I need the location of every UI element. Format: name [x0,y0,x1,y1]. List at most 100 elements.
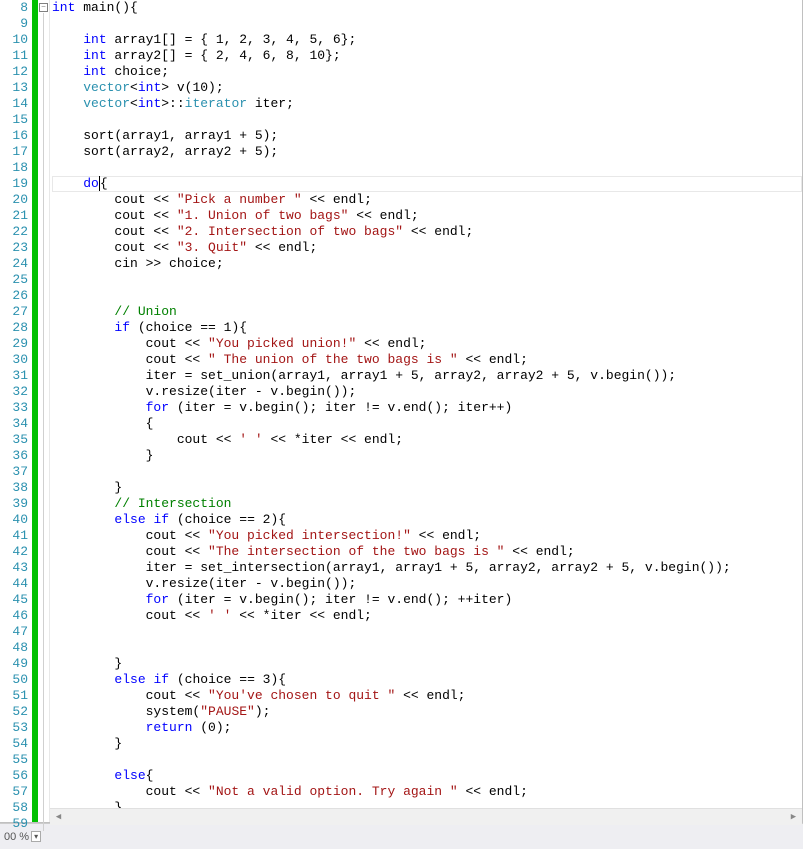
scroll-left-arrow-icon[interactable]: ◀ [50,810,67,825]
line-number: 42 [0,544,28,560]
code-token: << endl; [411,528,481,543]
code-line[interactable] [52,112,802,128]
code-line[interactable]: // Union [52,304,802,320]
code-line[interactable]: cout << "You picked intersection!" << en… [52,528,802,544]
code-token: "2. Intersection of two bags" [177,224,403,239]
code-token: "Not a valid option. Try again " [208,784,458,799]
line-number: 48 [0,640,28,656]
code-text-area[interactable]: int main(){ int array1[] = { 1, 2, 3, 4,… [50,0,802,822]
code-line[interactable] [52,464,802,480]
code-line[interactable] [52,272,802,288]
code-token: } [52,480,122,495]
line-number: 45 [0,592,28,608]
code-line[interactable]: // Intersection [52,496,802,512]
code-token: "3. Quit" [177,240,247,255]
code-line[interactable]: else{ [52,768,802,784]
code-line[interactable]: int main(){ [52,0,802,16]
code-token [52,176,83,191]
code-line[interactable] [52,624,802,640]
line-number: 53 [0,720,28,736]
code-line[interactable]: cout << " The union of the two bags is "… [52,352,802,368]
code-line[interactable]: iter = set_union(array1, array1 + 5, arr… [52,368,802,384]
code-line[interactable]: int array2[] = { 2, 4, 6, 8, 10}; [52,48,802,64]
code-line[interactable]: vector<int>::iterator iter; [52,96,802,112]
code-line[interactable]: for (iter = v.begin(); iter != v.end(); … [52,400,802,416]
outlining-margin[interactable]: − [38,0,50,822]
code-token [52,512,114,527]
line-number: 36 [0,448,28,464]
code-token: "You picked union!" [208,336,356,351]
code-token: << endl; [348,208,418,223]
code-editor[interactable]: 8910111213141516171819202122232425262728… [0,0,803,823]
horizontal-scrollbar[interactable]: ◀ ▶ [50,808,802,825]
line-number: 44 [0,576,28,592]
code-line[interactable]: } [52,736,802,752]
code-line[interactable]: do{ [52,176,802,192]
code-line[interactable]: iter = set_intersection(array1, array1 +… [52,560,802,576]
code-line[interactable] [52,640,802,656]
line-number: 54 [0,736,28,752]
line-number: 27 [0,304,28,320]
code-line[interactable]: vector<int> v(10); [52,80,802,96]
code-line[interactable]: cin >> choice; [52,256,802,272]
code-token: vector [83,80,130,95]
code-token: "You've chosen to quit " [208,688,395,703]
code-line[interactable]: return (0); [52,720,802,736]
code-token: { [146,768,154,783]
fold-toggle-icon[interactable]: − [39,3,48,12]
code-line[interactable]: cout << ' ' << *iter << endl; [52,608,802,624]
code-line[interactable] [52,16,802,32]
code-line[interactable]: else if (choice == 2){ [52,512,802,528]
line-number: 52 [0,704,28,720]
code-line[interactable]: } [52,480,802,496]
chevron-down-icon[interactable]: ▾ [31,831,41,842]
code-line[interactable]: cout << "The intersection of the two bag… [52,544,802,560]
code-line[interactable]: cout << "3. Quit" << endl; [52,240,802,256]
code-token: cout << [52,608,208,623]
line-number: 46 [0,608,28,624]
code-line[interactable]: sort(array1, array1 + 5); [52,128,802,144]
code-line[interactable]: for (iter = v.begin(); iter != v.end(); … [52,592,802,608]
code-line[interactable]: } [52,656,802,672]
code-token [52,496,114,511]
code-line[interactable]: cout << "You've chosen to quit " << endl… [52,688,802,704]
code-token: cin >> choice; [52,256,224,271]
code-line[interactable]: v.resize(iter - v.begin()); [52,384,802,400]
line-number: 30 [0,352,28,368]
code-line[interactable] [52,288,802,304]
code-line[interactable]: } [52,448,802,464]
code-token: cout << [52,784,208,799]
code-line[interactable] [52,160,802,176]
code-line[interactable] [52,752,802,768]
code-line[interactable]: int array1[] = { 1, 2, 3, 4, 5, 6}; [52,32,802,48]
code-line[interactable]: int choice; [52,64,802,80]
code-line[interactable]: cout << "You picked union!" << endl; [52,336,802,352]
code-line[interactable]: cout << ' ' << *iter << endl; [52,432,802,448]
code-line[interactable]: else if (choice == 3){ [52,672,802,688]
code-token: for [146,400,169,415]
code-line[interactable]: cout << "Pick a number " << endl; [52,192,802,208]
code-line[interactable]: system("PAUSE"); [52,704,802,720]
code-line[interactable]: cout << "2. Intersection of two bags" <<… [52,224,802,240]
code-token: return [146,720,193,735]
code-line[interactable]: { [52,416,802,432]
line-number: 19 [0,176,28,192]
code-token [52,320,114,335]
code-token: cout << [52,352,208,367]
code-line[interactable]: sort(array2, array2 + 5); [52,144,802,160]
scroll-right-arrow-icon[interactable]: ▶ [785,810,802,825]
code-token: else [114,672,145,687]
code-token: } [52,736,122,751]
line-number: 9 [0,16,28,32]
code-line[interactable]: cout << "1. Union of two bags" << endl; [52,208,802,224]
code-token: int [138,96,161,111]
code-line[interactable]: v.resize(iter - v.begin()); [52,576,802,592]
code-line[interactable]: if (choice == 1){ [52,320,802,336]
line-number: 28 [0,320,28,336]
line-number: 21 [0,208,28,224]
code-token [52,80,83,95]
code-line[interactable]: cout << "Not a valid option. Try again "… [52,784,802,800]
code-token [52,304,114,319]
zoom-level-dropdown[interactable]: 00 % ▾ [4,831,41,843]
code-token [52,32,83,47]
